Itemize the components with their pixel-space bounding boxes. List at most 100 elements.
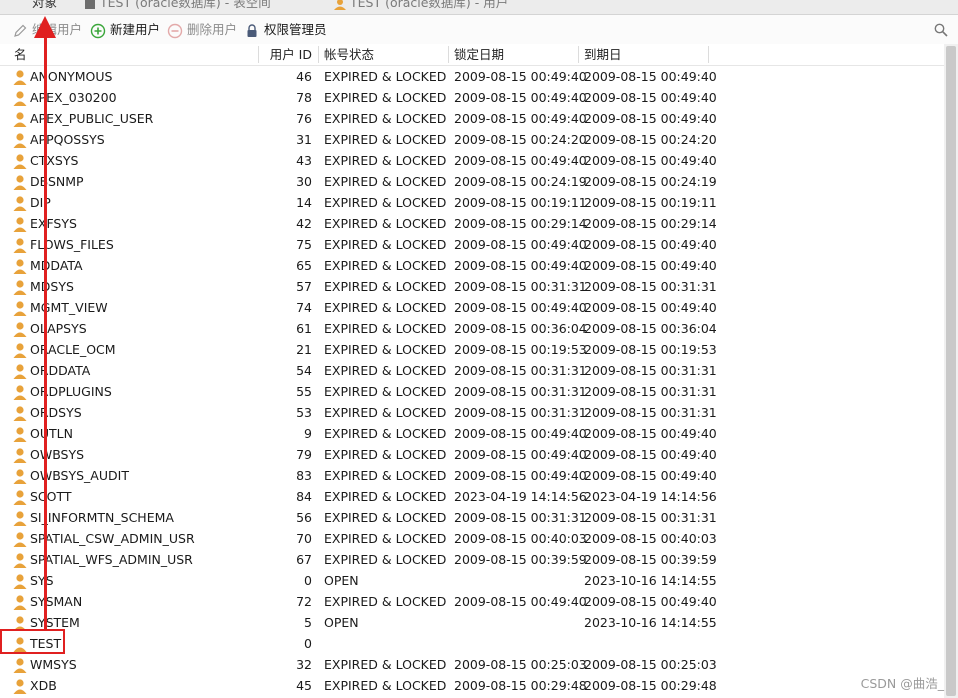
column-divider[interactable] <box>578 46 579 63</box>
table-row[interactable]: TEST 0 <box>0 633 944 654</box>
table-row[interactable]: ORACLE_OCM 21 EXPIRED & LOCKED 2009-08-15 0… <box>0 339 944 360</box>
table-row[interactable]: SYSTEM 5 OPEN 2023-10-16 14:14:55 <box>0 612 944 633</box>
user-name-cell: OUTLN <box>30 426 73 441</box>
account-status-cell: EXPIRED & LOCKED <box>324 90 447 105</box>
table-row[interactable]: ORDPLUGINS 55 EXPIRED & LOCKED 2009-08-15 0… <box>0 381 944 402</box>
annotation-arrow-shaft <box>44 28 47 630</box>
account-status-cell: EXPIRED & LOCKED <box>324 531 447 546</box>
account-status-cell: EXPIRED & LOCKED <box>324 657 447 672</box>
table-row[interactable]: DBSNMP 30 EXPIRED & LOCKED 2009-08-15 00:24… <box>0 171 944 192</box>
table-row[interactable]: SYS 0 OPEN 2023-10-16 14:14:55 <box>0 570 944 591</box>
user-id-cell: 74 <box>296 300 312 315</box>
table-row[interactable]: ANONYMOUS 46 EXPIRED & LOCKED 2009-08-15 00… <box>0 66 944 87</box>
table-row[interactable]: SPATIAL_CSW_ADMIN_USR 70 EXPIRED & LOCKED 2… <box>0 528 944 549</box>
pencil-icon <box>14 24 27 37</box>
user-id-cell: 72 <box>296 594 312 609</box>
vertical-scrollbar[interactable] <box>944 44 958 698</box>
table-row[interactable]: APPQOSSYS 31 EXPIRED & LOCKED 2009-08-15 00… <box>0 129 944 150</box>
user-id-cell: 75 <box>296 237 312 252</box>
search-icon[interactable] <box>934 23 948 37</box>
privilege-manager-button[interactable]: 权限管理员 <box>244 15 327 44</box>
table-row[interactable]: SCOTT 84 EXPIRED & LOCKED 2023-04-19 14:14:… <box>0 486 944 507</box>
user-icon <box>13 406 27 421</box>
table-row[interactable]: MDSYS 57 EXPIRED & LOCKED 2009-08-15 00:31:… <box>0 276 944 297</box>
table-row[interactable]: ORDSYS 53 EXPIRED & LOCKED 2009-08-15 00:31… <box>0 402 944 423</box>
account-status-cell: EXPIRED & LOCKED <box>324 363 447 378</box>
user-icon <box>13 532 27 547</box>
lock-date-cell: 2009-08-15 00:40:03 <box>454 531 587 546</box>
account-status-cell: EXPIRED & LOCKED <box>324 489 447 504</box>
column-divider[interactable] <box>448 46 449 63</box>
user-icon <box>13 154 27 169</box>
tab-users[interactable]: TEST (oracle数据库) - 用户 <box>334 0 508 14</box>
account-status-cell: EXPIRED & LOCKED <box>324 468 447 483</box>
account-status-cell: EXPIRED & LOCKED <box>324 321 447 336</box>
user-name-cell: ORDDATA <box>30 363 91 378</box>
user-name-cell: WMSYS <box>30 657 77 672</box>
lock-date-cell: 2009-08-15 00:19:53 <box>454 342 587 357</box>
table-row[interactable]: OLAPSYS 61 EXPIRED & LOCKED 2009-08-15 00:3… <box>0 318 944 339</box>
lock-date-cell: 2009-08-15 00:24:20 <box>454 132 587 147</box>
column-name[interactable]: 名 <box>14 44 27 65</box>
user-icon <box>13 217 27 232</box>
user-icon <box>13 553 27 568</box>
tab-tablespace[interactable]: TEST (oracle数据库) - 表空间 <box>84 0 271 14</box>
table-row[interactable]: OWBSYS_AUDIT 83 EXPIRED & LOCKED 2009-08-15… <box>0 465 944 486</box>
user-icon <box>13 595 27 610</box>
expiry-date-cell: 2009-08-15 00:49:40 <box>584 111 717 126</box>
new-user-button[interactable]: 新建用户 <box>90 15 160 44</box>
delete-user-button[interactable]: 删除用户 <box>167 15 237 44</box>
table-row[interactable]: MGMT_VIEW 74 EXPIRED & LOCKED 2009-08-15 00… <box>0 297 944 318</box>
user-name-cell: MDSYS <box>30 279 74 294</box>
table-row[interactable]: OWBSYS 79 EXPIRED & LOCKED 2009-08-15 00:49… <box>0 444 944 465</box>
lock-date-cell: 2009-08-15 00:19:11 <box>454 195 587 210</box>
account-status-cell: EXPIRED & LOCKED <box>324 447 447 462</box>
table-row[interactable]: WMSYS 32 EXPIRED & LOCKED 2009-08-15 00:25:… <box>0 654 944 675</box>
user-icon <box>13 112 27 127</box>
user-name-cell: DBSNMP <box>30 174 84 189</box>
expiry-date-cell: 2009-08-15 00:49:40 <box>584 447 717 462</box>
table-row[interactable]: XDB 45 EXPIRED & LOCKED 2009-08-15 00:29:48… <box>0 675 944 696</box>
account-status-cell: EXPIRED & LOCKED <box>324 300 447 315</box>
table-row[interactable]: CTXSYS 43 EXPIRED & LOCKED 2009-08-15 00:49… <box>0 150 944 171</box>
table-row[interactable]: SI_INFORMTN_SCHEMA 56 EXPIRED & LOCKED 2009… <box>0 507 944 528</box>
expiry-date-cell: 2009-08-15 00:49:40 <box>584 300 717 315</box>
lock-date-cell: 2009-08-15 00:31:31 <box>454 405 587 420</box>
table-row[interactable]: APEX_030200 78 EXPIRED & LOCKED 2009-08-15 … <box>0 87 944 108</box>
table-row[interactable]: DIP 14 EXPIRED & LOCKED 2009-08-15 00:19:11… <box>0 192 944 213</box>
table-row[interactable]: FLOWS_FILES 75 EXPIRED & LOCKED 2009-08-15 … <box>0 234 944 255</box>
user-id-cell: 67 <box>296 552 312 567</box>
user-icon <box>13 175 27 190</box>
lock-date-cell: 2009-08-15 00:49:40 <box>454 111 587 126</box>
lock-date-cell: 2009-08-15 00:31:31 <box>454 279 587 294</box>
table-row[interactable]: ORDDATA 54 EXPIRED & LOCKED 2009-08-15 00:3… <box>0 360 944 381</box>
column-user-id[interactable]: 用户 ID <box>258 44 312 65</box>
user-icon <box>13 280 27 295</box>
table-row[interactable]: APEX_PUBLIC_USER 76 EXPIRED & LOCKED 2009-0… <box>0 108 944 129</box>
tab-objects[interactable]: 对象 <box>32 0 57 14</box>
account-status-cell: EXPIRED & LOCKED <box>324 153 447 168</box>
table-row[interactable]: SPATIAL_WFS_ADMIN_USR 67 EXPIRED & LOCKED 2… <box>0 549 944 570</box>
column-header: 名 用户 ID 帐号状态 锁定日期 到期日 <box>0 44 944 66</box>
expiry-date-cell: 2009-08-15 00:49:40 <box>584 426 717 441</box>
plus-circle-icon <box>90 23 106 38</box>
table-row[interactable]: OUTLN 9 EXPIRED & LOCKED 2009-08-15 00:49:4… <box>0 423 944 444</box>
column-account-status[interactable]: 帐号状态 <box>324 44 374 65</box>
user-id-cell: 30 <box>296 174 312 189</box>
column-divider[interactable] <box>708 46 709 63</box>
user-icon <box>13 385 27 400</box>
table-row[interactable]: EXFSYS 42 EXPIRED & LOCKED 2009-08-15 00:29… <box>0 213 944 234</box>
table-row[interactable]: SYSMAN 72 EXPIRED & LOCKED 2009-08-15 00:49… <box>0 591 944 612</box>
account-status-cell: EXPIRED & LOCKED <box>324 174 447 189</box>
user-name-cell: MDDATA <box>30 258 83 273</box>
column-divider[interactable] <box>318 46 319 63</box>
scrollbar-thumb[interactable] <box>946 46 956 696</box>
column-expiry-date[interactable]: 到期日 <box>584 44 622 65</box>
user-id-cell: 76 <box>296 111 312 126</box>
account-status-cell: EXPIRED & LOCKED <box>324 384 447 399</box>
table-row[interactable]: MDDATA 65 EXPIRED & LOCKED 2009-08-15 00:49… <box>0 255 944 276</box>
lock-date-cell: 2009-08-15 00:49:40 <box>454 258 587 273</box>
user-name-cell: SYS <box>30 573 54 588</box>
column-lock-date[interactable]: 锁定日期 <box>454 44 504 65</box>
tab-label: TEST (oracle数据库) - 表空间 <box>100 0 271 10</box>
